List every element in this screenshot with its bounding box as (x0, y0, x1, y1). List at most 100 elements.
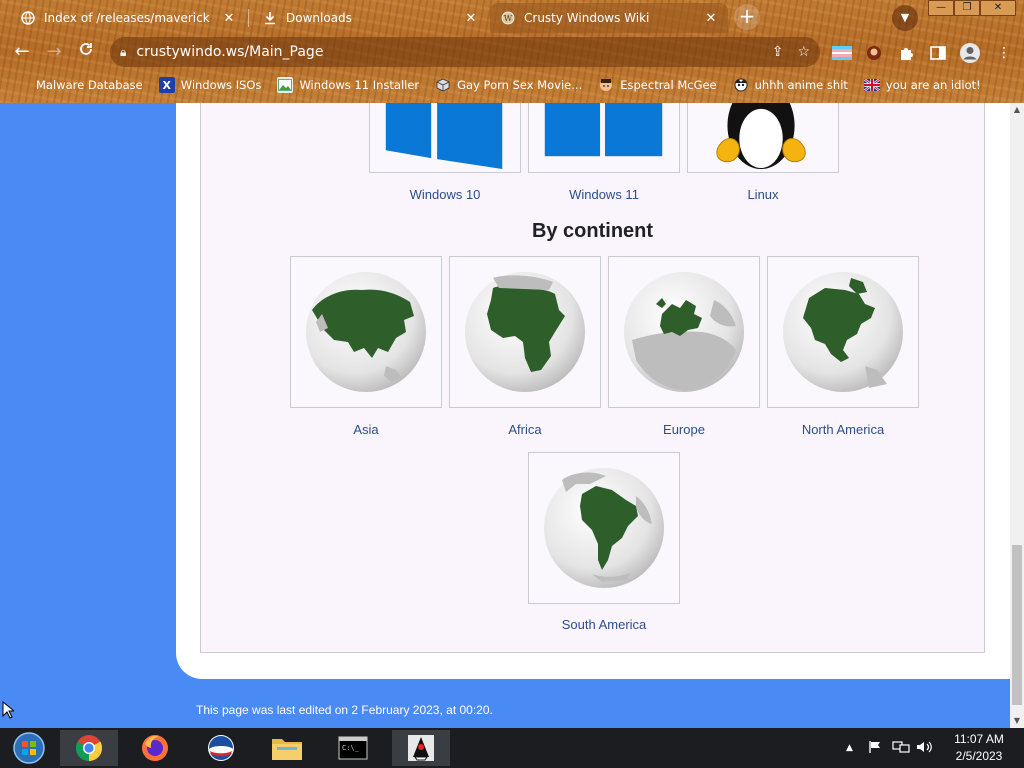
x-logo-icon: X (158, 77, 175, 93)
minimize-button[interactable]: — (928, 0, 954, 16)
section-heading-by-continent: By continent (531, 220, 654, 242)
bookmark-windows-isos[interactable]: X Windows ISOs (158, 77, 261, 93)
bookmark-gay-porn-sex-movie[interactable]: Gay Porn Sex Movie... (435, 77, 582, 93)
image-icon (277, 77, 294, 93)
profile-avatar-icon[interactable] (958, 41, 982, 65)
blank-icon (14, 77, 30, 93)
action-center-flag-icon[interactable] (868, 740, 882, 758)
network-icon[interactable] (892, 740, 910, 758)
taskbar-chrome[interactable] (60, 730, 118, 766)
thumb-asia[interactable] (290, 256, 442, 408)
extension-icon[interactable] (864, 43, 884, 63)
browser-toolbar: ← → 🔒︎ crustywindo.ws/Main_Page ⇪ ☆ ⋮ (0, 34, 1024, 70)
page-scrollbar[interactable]: ▲ ▼ (1010, 103, 1024, 728)
mouse-cursor-icon (2, 700, 16, 723)
caption-europe[interactable]: Europe (608, 422, 760, 437)
taskbar-command-prompt[interactable]: C:\_ (324, 730, 382, 766)
bookmark-label: you are an idiot! (885, 78, 981, 92)
face-icon (598, 77, 614, 93)
caption-linux[interactable]: Linux (687, 187, 839, 202)
url-text[interactable]: crustywindo.ws/Main_Page (136, 44, 757, 60)
start-button[interactable] (0, 730, 58, 766)
globe-south-america-icon (544, 468, 664, 588)
bookmark-you-are-an-idiot[interactable]: you are an idiot! (863, 77, 981, 93)
bookmark-malware-database[interactable]: Malware Database (14, 77, 143, 93)
scroll-up-arrow-icon[interactable]: ▲ (1010, 103, 1024, 117)
taskbar-file-explorer[interactable] (258, 730, 316, 766)
menu-dots-icon[interactable]: ⋮ (994, 43, 1014, 63)
globe-asia-icon (306, 272, 426, 392)
close-window-button[interactable]: ✕ (980, 0, 1016, 16)
tab-index-releases[interactable]: Index of /releases/maverick ✕ (10, 3, 246, 33)
page-viewport: Windows 10 Windows 11 Linux By continent (0, 103, 1010, 728)
bookmark-windows-11-installer[interactable]: Windows 11 Installer (277, 77, 419, 93)
globe-icon (20, 10, 36, 26)
address-bar[interactable]: 🔒︎ crustywindo.ws/Main_Page ⇪ ☆ (110, 37, 820, 67)
wiki-icon: W (500, 10, 516, 26)
share-icon[interactable]: ⇪ (772, 44, 784, 60)
svg-text:C:\_: C:\_ (342, 744, 360, 752)
reload-button[interactable] (74, 40, 98, 64)
caption-south-america[interactable]: South America (528, 617, 680, 632)
extension-icon[interactable] (832, 43, 852, 63)
caption-windows-11[interactable]: Windows 11 (528, 187, 680, 202)
puzzle-icon[interactable] (896, 43, 916, 63)
reload-icon (80, 43, 92, 55)
firefox-icon (142, 735, 168, 761)
anime-icon (733, 77, 749, 93)
restore-button[interactable]: ❐ (954, 0, 980, 16)
bookmark-anime[interactable]: uhhh anime shit (733, 77, 848, 93)
thumb-windows-10[interactable] (369, 103, 521, 173)
back-button[interactable]: ← (10, 40, 34, 64)
close-icon[interactable]: ✕ (704, 11, 718, 26)
system-clock[interactable]: 11:07 AM 2/5/2023 (944, 731, 1014, 765)
caption-windows-10[interactable]: Windows 10 (369, 187, 521, 202)
caption-asia[interactable]: Asia (290, 422, 442, 437)
scroll-down-arrow-icon[interactable]: ▼ (1010, 714, 1024, 728)
chevron-down-icon[interactable]: ▼ (892, 5, 918, 31)
tab-title: Downloads (286, 11, 352, 25)
taskbar-firefox[interactable] (126, 730, 184, 766)
close-icon[interactable]: ✕ (222, 11, 236, 26)
bookmark-espectral-mcgee[interactable]: Espectral McGee (598, 77, 717, 93)
windows-orb-icon (13, 732, 45, 764)
taskbar-java-app[interactable] (392, 730, 450, 766)
terminal-icon: C:\_ (338, 736, 368, 760)
tab-title: Index of /releases/maverick (44, 11, 210, 25)
windows-11-logo-icon (544, 103, 663, 157)
scrollbar-thumb[interactable] (1012, 545, 1022, 705)
clock-date: 2/5/2023 (955, 749, 1003, 763)
new-tab-button[interactable]: + (734, 4, 760, 30)
tab-strip: Index of /releases/maverick ✕ Downloads … (0, 0, 1024, 34)
download-icon (262, 10, 278, 26)
thumb-linux[interactable] (687, 103, 839, 173)
thumb-north-america[interactable] (767, 256, 919, 408)
star-icon[interactable]: ☆ (797, 44, 810, 60)
taskbar: C:\_ ▲ 11:07 AM 2/5/2023 (0, 728, 1024, 768)
caption-north-america[interactable]: North America (767, 422, 919, 437)
globe-europe-icon (624, 272, 744, 392)
volume-icon[interactable] (916, 740, 934, 758)
sidebar-icon[interactable] (928, 43, 948, 63)
cube-icon (435, 77, 451, 93)
bookmark-label: Malware Database (36, 78, 143, 92)
thumb-south-america[interactable] (528, 452, 680, 604)
tab-crusty-windows-wiki[interactable]: W Crusty Windows Wiki ✕ (490, 3, 728, 33)
tray-expand-icon[interactable]: ▲ (846, 743, 853, 753)
bookmark-label: uhhh anime shit (754, 78, 848, 92)
duke-mascot-icon (408, 735, 434, 761)
thumb-europe[interactable] (608, 256, 760, 408)
folder-icon (272, 739, 302, 760)
flag-icon (863, 77, 880, 93)
bookmarks-bar: Malware Database X Windows ISOs Windows … (0, 70, 1024, 100)
tab-downloads[interactable]: Downloads ✕ (252, 3, 488, 33)
lock-icon[interactable]: 🔒︎ (120, 45, 126, 60)
tab-title: Crusty Windows Wiki (524, 11, 650, 25)
thumb-africa[interactable] (449, 256, 601, 408)
forward-button[interactable]: → (42, 40, 66, 64)
caption-africa[interactable]: Africa (449, 422, 601, 437)
taskbar-obama[interactable] (192, 730, 250, 766)
close-icon[interactable]: ✕ (464, 11, 478, 26)
last-edited-footer: This page was last edited on 2 February … (196, 703, 493, 717)
thumb-windows-11[interactable] (528, 103, 680, 173)
